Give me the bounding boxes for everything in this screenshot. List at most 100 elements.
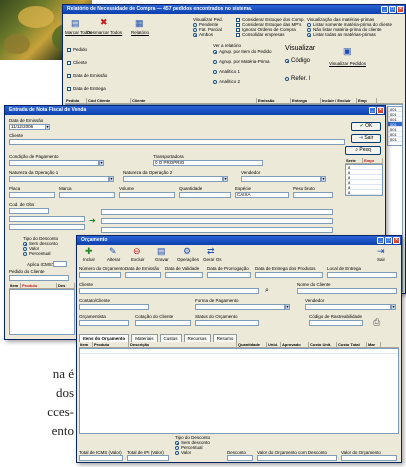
percentual-radio[interactable] xyxy=(175,446,179,450)
obs-text-field-3[interactable] xyxy=(101,227,333,233)
valor-orcamento-field[interactable] xyxy=(341,455,397,461)
cotacao-cliente-field[interactable] xyxy=(135,320,191,326)
view-orders-icon[interactable]: ▣ xyxy=(343,47,352,56)
col-aprovado[interactable]: Aprovado xyxy=(281,342,309,347)
agrup-mp-radio[interactable] xyxy=(213,60,217,64)
forma-pagamento-field[interactable] xyxy=(195,304,285,310)
empresa-side-list[interactable]: 001 001 001 001 001 001 001 xyxy=(387,106,403,146)
serie-row[interactable]: 8 xyxy=(346,190,382,195)
data-validade-field[interactable] xyxy=(165,272,203,278)
data-emissao-field[interactable]: 11/12/2006 xyxy=(9,124,49,130)
quantidade-field[interactable] xyxy=(179,192,231,198)
itens-grid-body[interactable] xyxy=(9,289,75,335)
gerar-os-button[interactable]: Gerar Os xyxy=(203,257,222,262)
col-emp[interactable]: Emp xyxy=(357,98,377,103)
data-emissao-field[interactable] xyxy=(125,272,161,278)
col-serie[interactable]: Serie xyxy=(345,158,363,163)
exit-icon[interactable]: ⇥ xyxy=(377,247,385,256)
col-custo-unit[interactable]: Custo Unit. xyxy=(309,342,337,347)
cliente-checkbox[interactable] xyxy=(67,61,71,65)
natureza2-dropdown[interactable]: ▾ xyxy=(223,176,228,182)
col-mar[interactable]: Mar xyxy=(367,342,381,347)
print-icon[interactable]: ⎙ xyxy=(373,318,380,327)
minimize-button[interactable]: _ xyxy=(377,237,384,244)
visualizar-pedidos-button[interactable]: Visualizar Pedidos xyxy=(329,61,366,66)
cod-obs-field[interactable] xyxy=(9,208,49,214)
col-item[interactable]: Item xyxy=(79,342,93,347)
data-entrega-checkbox[interactable] xyxy=(67,87,71,91)
sair-button[interactable]: ⇥ Sair xyxy=(351,134,381,143)
report-icon[interactable]: ▦ xyxy=(135,19,144,28)
tab-itens[interactable]: Itens do Orçamento xyxy=(79,334,130,342)
operacoes-icon[interactable]: ⚙ xyxy=(183,247,191,256)
local-entrega-field[interactable] xyxy=(327,272,397,278)
uncheck-all-icon[interactable]: ✖ xyxy=(100,18,108,27)
vendedor-field[interactable] xyxy=(305,304,391,310)
col-unid[interactable]: Unid. xyxy=(267,342,281,347)
placa-field[interactable] xyxy=(9,192,55,198)
col-produto[interactable]: Produto xyxy=(93,342,129,347)
codigo-radio[interactable] xyxy=(285,59,289,63)
obs-text-field-2[interactable] xyxy=(101,218,333,224)
analitico2-radio[interactable] xyxy=(213,80,217,84)
vendedor-dropdown[interactable]: ▾ xyxy=(391,304,396,310)
condicao-dropdown[interactable]: ▾ xyxy=(99,160,104,166)
consolidar-empresas-checkbox[interactable] xyxy=(236,33,240,37)
gerar-os-icon[interactable]: ⇄ xyxy=(207,247,215,256)
close-button[interactable]: × xyxy=(397,6,404,13)
forma-pagamento-dropdown[interactable]: ▾ xyxy=(285,304,290,310)
col-cliente[interactable]: Cliente xyxy=(131,98,257,103)
serie-list[interactable]: 8 8 8 8 8 8 xyxy=(345,164,383,196)
total-ipi-field[interactable] xyxy=(127,455,169,461)
minimize-button[interactable]: _ xyxy=(381,6,388,13)
sem-desconto-radio[interactable] xyxy=(23,242,27,246)
agrup-item-radio[interactable] xyxy=(213,50,217,54)
col-incluir-excluir[interactable]: Incluir / Excluir xyxy=(321,98,357,103)
pedido-cliente-field[interactable] xyxy=(9,275,69,281)
sem-desconto-radio[interactable] xyxy=(175,441,179,445)
nome-cliente-field[interactable] xyxy=(297,288,397,294)
side-row[interactable]: 001 xyxy=(388,137,402,142)
obs-field-2[interactable] xyxy=(9,224,85,230)
maximize-button[interactable]: □ xyxy=(385,237,392,244)
data-entrega-produtos-field[interactable] xyxy=(255,272,323,278)
vendedor-dropdown[interactable]: ▾ xyxy=(321,176,326,182)
pendente-radio[interactable] xyxy=(193,23,197,27)
volume-field[interactable] xyxy=(119,192,175,198)
natureza1-field[interactable] xyxy=(9,176,109,182)
ignorar-ordens-checkbox[interactable] xyxy=(236,28,240,32)
incluir-button[interactable]: Incluir xyxy=(83,257,95,262)
aplica-icms-field[interactable] xyxy=(53,261,67,267)
status-orcamento-field[interactable] xyxy=(195,320,259,326)
vendedor-field[interactable] xyxy=(241,176,321,182)
relatorio-button[interactable]: Relatório xyxy=(131,30,149,35)
itens-orcamento-grid-body[interactable] xyxy=(79,348,399,434)
gravar-button[interactable]: Gravar xyxy=(155,257,169,262)
col-cod-cliente[interactable]: Cód Cliente xyxy=(87,98,131,103)
col-empr[interactable]: Empr xyxy=(363,158,383,163)
listar-somente-radio[interactable] xyxy=(307,23,311,27)
alterar-icon[interactable]: ✎ xyxy=(109,247,117,256)
check-all-icon[interactable]: ▤ xyxy=(71,19,80,28)
pesquisar-button[interactable]: ⌕ Pesq xyxy=(345,146,381,155)
col-quantidade[interactable]: Quantidade xyxy=(237,342,267,347)
close-button[interactable]: × xyxy=(393,237,400,244)
condicao-pagamento-field[interactable] xyxy=(9,160,99,166)
sair-button[interactable]: Sair xyxy=(377,257,385,262)
refer-radio[interactable] xyxy=(285,77,289,81)
alterar-button[interactable]: Alterar xyxy=(107,257,120,262)
col-item[interactable]: Item xyxy=(9,283,21,288)
operacoes-button[interactable]: Operações xyxy=(177,257,199,262)
nao-listar-radio[interactable] xyxy=(307,28,311,32)
listar-todas-radio[interactable] xyxy=(307,33,311,37)
pedido-checkbox[interactable] xyxy=(67,48,71,52)
total-icms-field[interactable] xyxy=(79,455,123,461)
valor-radio[interactable] xyxy=(175,451,179,455)
col-emissao[interactable]: Emissão xyxy=(257,98,291,103)
col-produto[interactable]: Produto xyxy=(21,283,57,288)
minimize-button[interactable]: _ xyxy=(369,107,376,114)
data-emissao-checkbox[interactable] xyxy=(67,74,71,78)
tab-recursos[interactable]: Recursos xyxy=(183,334,211,342)
data-emissao-dropdown[interactable]: ▾ xyxy=(45,124,50,130)
cliente-field[interactable] xyxy=(9,139,345,145)
